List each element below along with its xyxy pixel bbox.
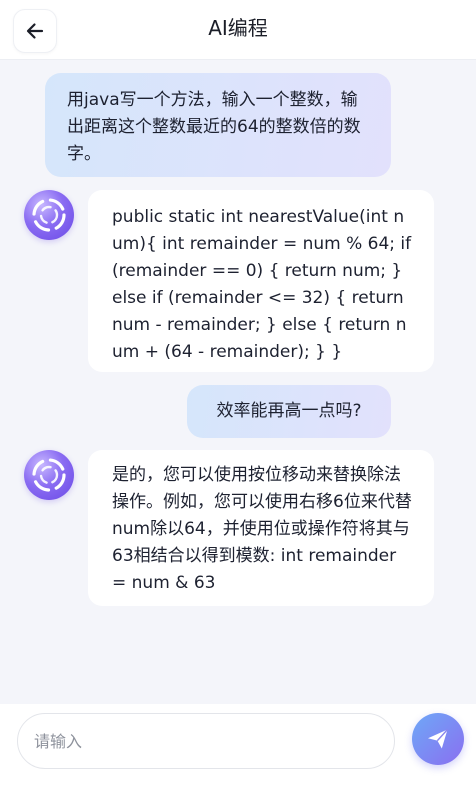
user-message: 效率能再高一点吗? bbox=[187, 385, 391, 438]
ai-assistant-avatar bbox=[24, 190, 74, 240]
send-button[interactable] bbox=[412, 713, 464, 765]
user-message: 用java写一个方法，输入一个整数，输出距离这个整数最近的64的整数倍的数字。 bbox=[45, 73, 391, 177]
app-header: AI编程 bbox=[0, 0, 476, 60]
assistant-message: public static int nearestValue(int num){… bbox=[88, 190, 434, 372]
ai-logo-icon bbox=[32, 198, 66, 232]
ai-assistant-avatar bbox=[24, 450, 74, 500]
ai-logo-icon bbox=[32, 458, 66, 492]
page-title: AI编程 bbox=[208, 16, 268, 40]
message-input[interactable] bbox=[17, 713, 395, 769]
paper-plane-icon bbox=[428, 729, 449, 749]
composer-bar bbox=[0, 704, 476, 796]
assistant-message: 是的，您可以使用按位移动来替换除法操作。例如，您可以使用右移6位来代替num除以… bbox=[88, 450, 434, 606]
